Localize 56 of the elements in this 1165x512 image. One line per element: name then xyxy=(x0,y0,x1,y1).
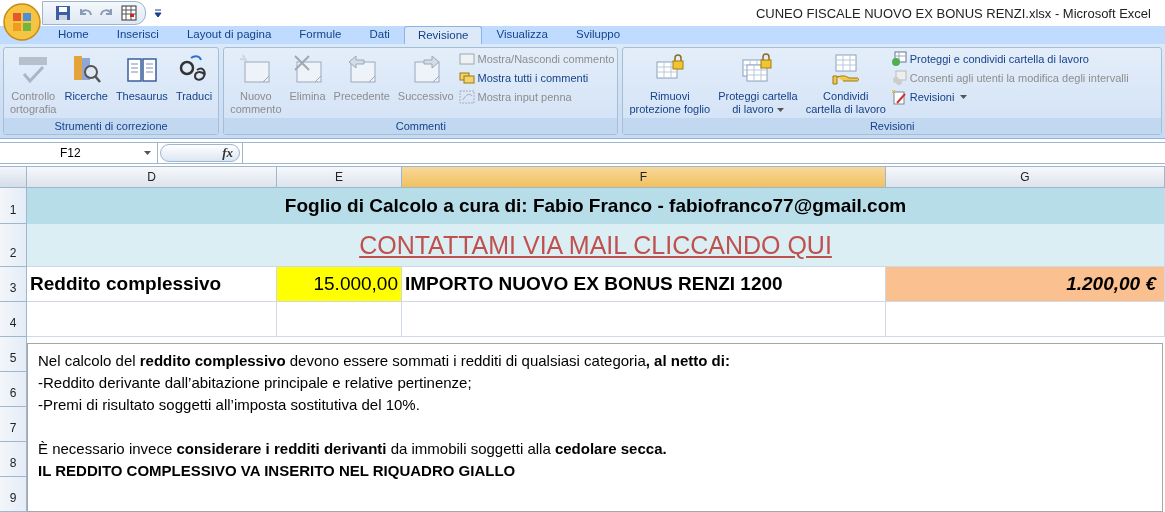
ribbon-button[interactable]: Revisioni xyxy=(890,89,1129,105)
ribbon-tab[interactable]: Visualizza xyxy=(482,25,562,44)
note-line: È necessario invece considerare i redditi derivanti da immobili soggetti alla cedolare secca. xyxy=(38,439,668,459)
ribbon-button[interactable]: Ricerche xyxy=(61,50,111,105)
window-title: CUNEO FISCALE NUOVO EX BONUS RENZI.xlsx - Microsoft Excel xyxy=(755,5,1151,21)
ribbon-button[interactable]: Thesaurus xyxy=(112,50,171,105)
ribbon-tab[interactable]: Formule xyxy=(285,25,356,44)
protect-share-icon xyxy=(890,51,907,67)
row-header[interactable]: 5 xyxy=(0,337,27,372)
save-icon[interactable] xyxy=(55,5,71,21)
select-all-corner[interactable] xyxy=(0,167,27,188)
column-header[interactable]: F xyxy=(402,167,886,188)
group-label: Strumenti di correzione xyxy=(4,118,219,134)
ribbon-tab[interactable]: Inserisci xyxy=(102,25,173,44)
description-cell: IMPORTO NUOVO EX BONUS RENZI 1200 xyxy=(402,267,886,302)
ribbon-tab[interactable]: Sviluppo xyxy=(562,25,635,44)
title-cell: Foglio di Calcolo a cura di: Fabio Franco - fabiofranco77@gmail.com xyxy=(27,188,1165,224)
column-header[interactable]: G xyxy=(886,167,1165,188)
name-box[interactable]: F12 xyxy=(0,143,158,163)
ribbon-tab[interactable]: Layout di pagina xyxy=(172,25,286,44)
row-header[interactable]: 1 xyxy=(0,188,27,224)
new-comment-icon xyxy=(238,52,273,86)
track-changes-icon xyxy=(890,89,907,105)
ribbon-button[interactable]: Traduci xyxy=(172,50,216,105)
row-header[interactable]: 9 xyxy=(0,477,27,512)
ribbon-tab[interactable]: Dati xyxy=(355,25,404,44)
row-header[interactable]: 7 xyxy=(0,407,27,442)
note-line: -Reddito derivante dall’abitazione principale e relative pertinenze; xyxy=(38,373,473,393)
note-line: Nel calcolo del reddito complessivo devono essere sommati i redditi di qualsiasi categoria, al netto di: xyxy=(38,351,731,371)
row-header[interactable]: 8 xyxy=(0,442,27,477)
ribbon-button[interactable]: Proteggi e condividi cartella di lavoro xyxy=(890,51,1129,67)
income-input-cell[interactable]: 15.000,00 xyxy=(277,267,402,302)
ribbon-button[interactable]: Proteggi cartella di lavoro xyxy=(715,50,801,118)
ribbon-tab[interactable]: Revisione xyxy=(403,26,483,44)
comments-stack-icon xyxy=(458,70,475,86)
form-icon[interactable] xyxy=(121,5,137,21)
caret-icon xyxy=(144,151,151,155)
ribbon-button[interactable]: Mostra tutti i commenti xyxy=(458,70,615,86)
row-header[interactable]: 6 xyxy=(0,372,27,407)
column-header[interactable]: D xyxy=(27,167,277,188)
row-header[interactable]: 4 xyxy=(0,302,27,337)
ribbon-button[interactable]: Rimuovi protezione foglio xyxy=(626,50,714,118)
comment-toggle-icon xyxy=(458,51,475,67)
group-label: Revisioni xyxy=(623,118,1161,134)
group-label: Commenti xyxy=(224,118,618,134)
note-line: IL REDDITO COMPLESSIVO VA INSERITO NEL RIQUADRO GIALLO xyxy=(38,461,517,481)
ribbon-tab[interactable]: Home xyxy=(44,25,103,44)
ribbon-button[interactable]: Condividi cartella di lavoro xyxy=(802,50,889,118)
contact-link[interactable]: CONTATTAMI VIA MAIL CLICCANDO QUI xyxy=(27,224,1165,267)
result-cell: 1.200,00 € xyxy=(886,267,1165,302)
pen-input-icon xyxy=(458,89,475,105)
insert-function-button[interactable]: fx xyxy=(160,144,240,162)
row-header[interactable]: 3 xyxy=(0,267,27,302)
note-line: -Premi di risultato soggetti all’imposta sostitutiva del 10%. xyxy=(38,395,421,415)
row-header[interactable]: 2 xyxy=(0,224,27,267)
column-header[interactable]: E xyxy=(277,167,402,188)
